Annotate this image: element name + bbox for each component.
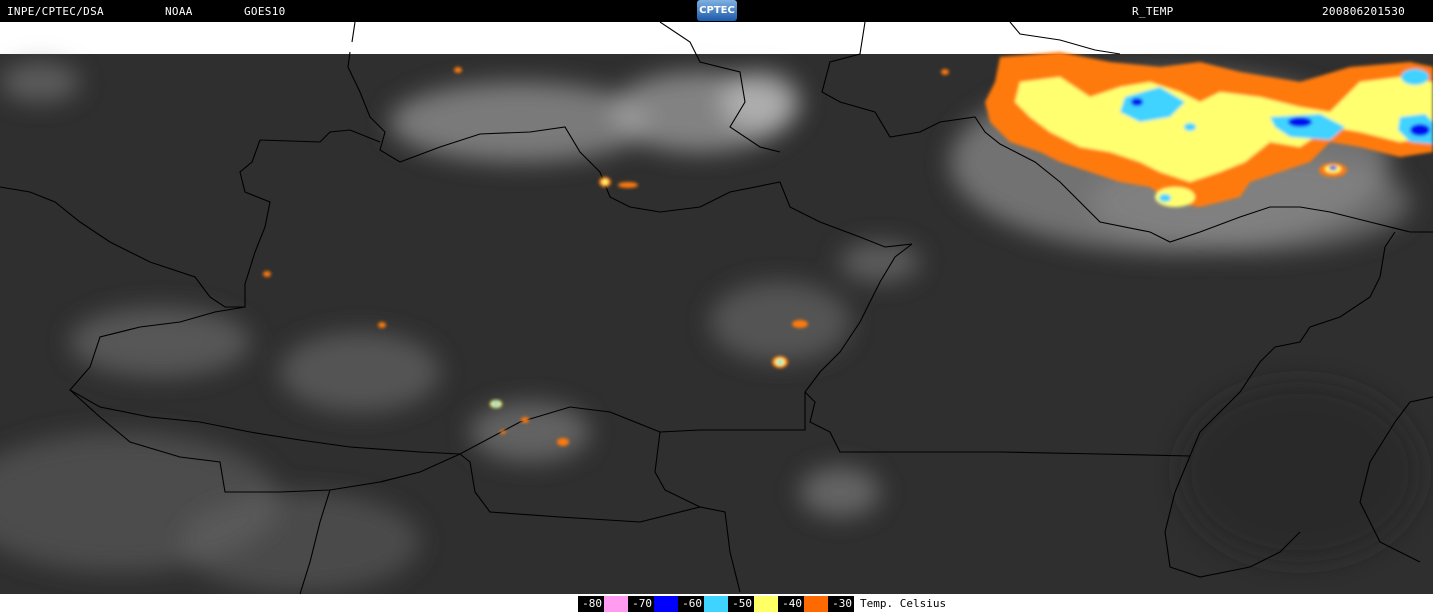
legend-value: -30: [828, 596, 854, 612]
org-label: INPE/CPTEC/DSA: [7, 5, 104, 18]
legend-swatch: [804, 596, 828, 612]
temperature-legend: -80 -70 -60 -50 -40 -30 Temp. Celsius: [0, 594, 1433, 614]
legend-swatch: [704, 596, 728, 612]
header-bar: INPE/CPTEC/DSA NOAA GOES10 CPTEC R_TEMP …: [0, 0, 1433, 22]
legend-swatch: [754, 596, 778, 612]
product-label: R_TEMP: [1132, 5, 1174, 18]
legend-value: -40: [778, 596, 804, 612]
no-data-strip: [0, 22, 1433, 54]
satellite-label: GOES10: [244, 5, 286, 18]
legend-value: -70: [628, 596, 654, 612]
legend-swatch: [604, 596, 628, 612]
legend-unit-label: Temp. Celsius: [860, 597, 947, 610]
agency-label: NOAA: [165, 5, 193, 18]
legend-value: -80: [578, 596, 604, 612]
legend-swatch: [654, 596, 678, 612]
satellite-map: [0, 22, 1433, 594]
cptec-logo: CPTEC: [697, 0, 737, 21]
timestamp-label: 200806201530: [1322, 5, 1406, 18]
legend-value: -50: [728, 596, 754, 612]
legend-value: -60: [678, 596, 704, 612]
